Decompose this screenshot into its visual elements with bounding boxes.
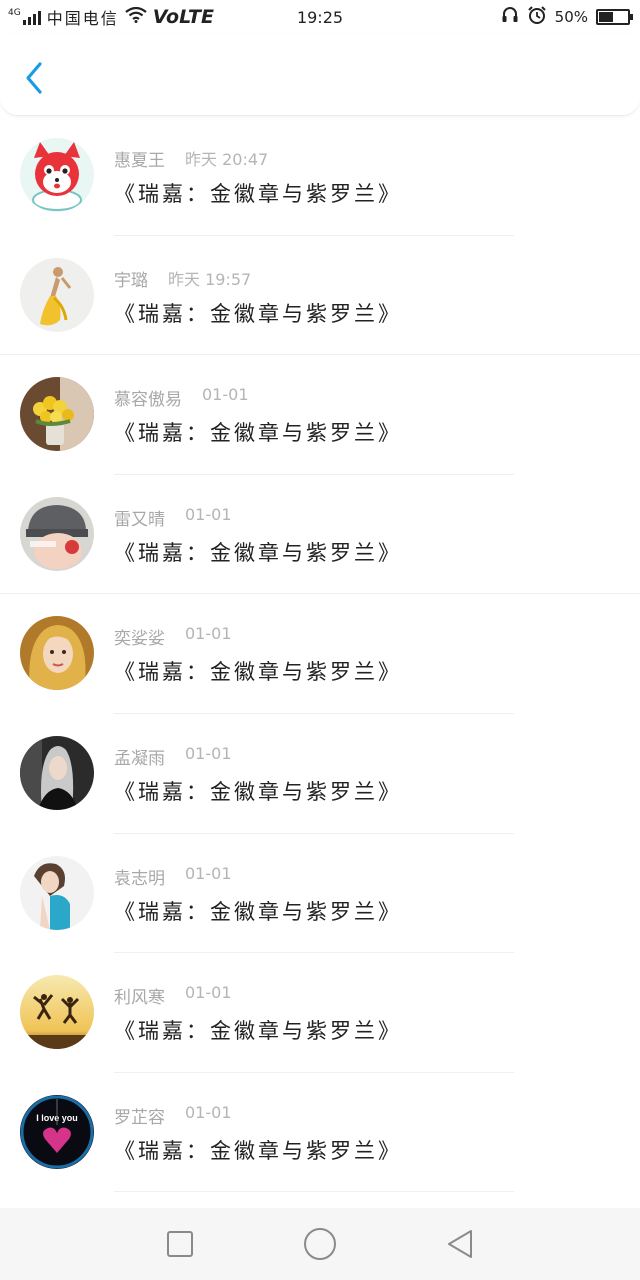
wifi-icon [125,6,147,27]
girl-blue-top-avatar [20,855,94,930]
item-title: 《瑞嘉：金徽章与紫罗兰》 [114,1019,402,1044]
item-title: 《瑞嘉：金徽章与紫罗兰》 [114,301,402,326]
timestamp: 01-01 [185,504,232,524]
status-left: 4G 中国电信 VoLTE [8,5,214,29]
item-title: 《瑞嘉：金徽章与紫罗兰》 [114,1138,402,1163]
list-item[interactable]: 慕容傲易 01-01 《瑞嘉：金徽章与紫罗兰》 [0,355,640,475]
list-item[interactable]: 雷又晴 01-01 《瑞嘉：金徽章与紫罗兰》 [0,475,640,595]
timestamp: 01-01 [202,385,249,405]
battery-percent: 50% [554,8,588,26]
timestamp: 01-01 [185,743,232,763]
item-meta: 惠夏王 昨天 20:47 [114,146,268,171]
avatar[interactable] [20,377,94,452]
list-item[interactable]: 惠夏王 昨天 20:47 《瑞嘉：金徽章与紫罗兰》 [0,116,640,236]
volte-label: VoLTE [152,6,214,28]
cartoon-fox-avatar [20,138,94,212]
item-meta: 慕容傲易 01-01 [114,385,249,410]
clock: 19:25 [296,7,344,27]
timestamp: 01-01 [185,624,232,644]
battery-icon [596,9,633,25]
avatar[interactable] [20,257,94,332]
status-right: 50% [501,5,633,29]
divider [114,1191,514,1193]
avatar[interactable] [20,975,94,1050]
back-button[interactable] [18,58,50,98]
avatar[interactable] [20,138,94,212]
item-meta: 奕娑娑 01-01 [114,624,232,649]
item-meta: 孟凝雨 01-01 [114,744,232,769]
recent-apps-button[interactable] [158,1222,202,1266]
blonde-girl-avatar [20,616,94,691]
system-nav-bar [0,1208,640,1280]
item-title: 《瑞嘉：金徽章与紫罗兰》 [114,421,402,446]
sender-name: 利风寒 [114,988,165,1009]
square-icon [167,1231,193,1257]
item-meta: 雷又晴 01-01 [114,505,232,530]
list-item[interactable]: I love you 罗芷容 01-01 《瑞嘉：金徽章与紫罗兰》 [0,1073,640,1193]
list-item[interactable]: 孟凝雨 01-01 《瑞嘉：金徽章与紫罗兰》 [0,714,640,834]
avatar[interactable] [20,735,94,810]
signal-icon: 4G [8,9,41,25]
timestamp: 01-01 [185,863,232,883]
list-item[interactable]: 奕娑娑 01-01 《瑞嘉：金徽章与紫罗兰》 [0,594,640,714]
sender-name: 雷又晴 [114,509,165,530]
item-meta: 罗芷容 01-01 [114,1103,232,1128]
header [0,34,640,116]
sender-name: 罗芷容 [114,1107,165,1128]
gray-hair-girl-avatar [20,735,94,810]
sender-name: 宇璐 [114,270,148,291]
sender-name: 袁志明 [114,868,165,889]
avatar[interactable] [20,855,94,930]
back-nav-button[interactable] [438,1222,482,1266]
figure-yellow-dress-avatar [20,257,94,332]
item-meta: 宇璐 昨天 19:57 [114,266,251,291]
message-list: 惠夏王 昨天 20:47 《瑞嘉：金徽章与紫罗兰》 宇璐 昨天 19:57 《瑞… [0,116,640,1193]
list-item[interactable]: 袁志明 01-01 《瑞嘉：金徽章与紫罗兰》 [0,834,640,954]
item-title: 《瑞嘉：金徽章与紫罗兰》 [114,779,402,804]
avatar[interactable] [20,496,94,571]
timestamp: 昨天 19:57 [168,269,252,289]
sender-name: 奕娑娑 [114,629,165,650]
avatar[interactable]: I love you [20,1094,94,1169]
home-button[interactable] [298,1222,342,1266]
list-item[interactable]: 宇璐 昨天 19:57 《瑞嘉：金徽章与紫罗兰》 [0,236,640,356]
item-meta: 袁志明 01-01 [114,864,232,889]
headphones-icon [501,6,519,28]
avatar[interactable] [20,616,94,691]
boy-gray-cap-avatar [20,496,94,571]
item-meta: 利风寒 01-01 [114,983,232,1008]
i-love-you-heart-avatar: I love you [20,1094,94,1169]
network-type: 4G [8,8,21,18]
sender-name: 孟凝雨 [114,748,165,769]
status-bar: 4G 中国电信 VoLTE 19:25 50% [0,0,640,34]
item-title: 《瑞嘉：金徽章与紫罗兰》 [114,540,402,565]
jumping-silhouettes-avatar [20,975,94,1050]
yellow-flowers-avatar [20,377,94,452]
sender-name: 慕容傲易 [114,390,182,411]
item-title: 《瑞嘉：金徽章与紫罗兰》 [114,182,402,206]
carrier-name: 中国电信 [46,9,119,28]
sender-name: 惠夏王 [114,151,165,171]
item-title: 《瑞嘉：金徽章与紫罗兰》 [114,899,402,924]
timestamp: 01-01 [185,1102,232,1122]
circle-icon [304,1228,336,1260]
alarm-icon [527,5,547,29]
timestamp: 昨天 20:47 [185,150,269,169]
timestamp: 01-01 [185,983,232,1003]
list-item[interactable]: 利风寒 01-01 《瑞嘉：金徽章与紫罗兰》 [0,953,640,1073]
chevron-left-icon [26,62,42,94]
item-title: 《瑞嘉：金徽章与紫罗兰》 [114,660,402,685]
triangle-back-icon [448,1230,472,1258]
